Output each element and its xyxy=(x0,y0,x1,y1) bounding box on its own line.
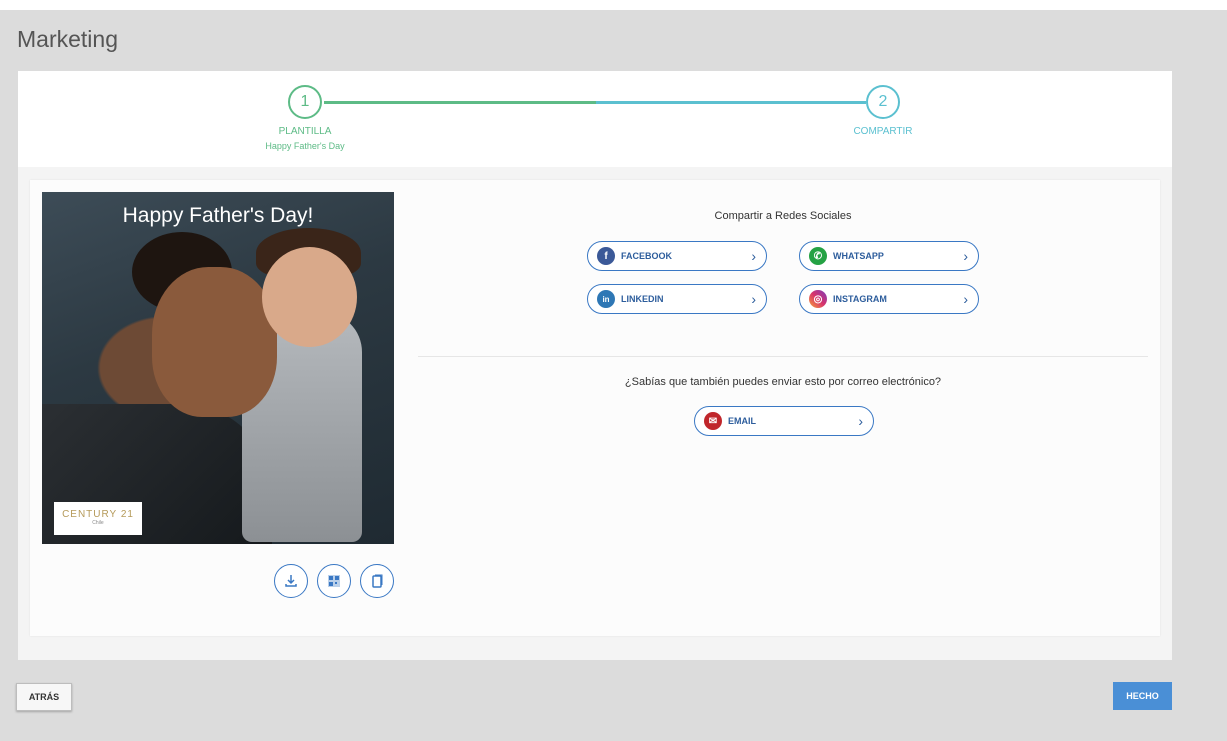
logo-subtext: Chile xyxy=(92,520,104,526)
step-1-sublabel: Happy Father's Day xyxy=(265,141,345,151)
qr-code-button[interactable] xyxy=(317,564,351,598)
section-divider xyxy=(418,356,1148,357)
step-progress-line-complete xyxy=(324,101,596,104)
facebook-label: FACEBOOK xyxy=(621,251,673,261)
chevron-right-icon: › xyxy=(858,413,863,429)
instagram-share-button[interactable]: ◎ INSTAGRAM › xyxy=(799,284,979,314)
preview-title: Happy Father's Day! xyxy=(122,204,314,227)
stepper: 1 2 PLANTILLA Happy Father's Day COMPART… xyxy=(18,71,1172,167)
photo-child-face xyxy=(262,247,357,347)
done-button[interactable]: HECHO xyxy=(1113,682,1172,710)
logo-text: CENTURY 21 xyxy=(62,509,134,520)
linkedin-label: LINKEDIN xyxy=(621,294,664,304)
template-preview-image: Happy Father's Day! CENTURY 21 Chile xyxy=(42,192,394,544)
share-heading: Compartir a Redes Sociales xyxy=(714,210,852,222)
page-title: Marketing xyxy=(17,26,118,52)
step-progress-line-pending xyxy=(596,101,866,104)
step-1-label: PLANTILLA xyxy=(278,126,332,137)
linkedin-icon: in xyxy=(597,290,615,308)
copy-icon xyxy=(372,574,383,588)
email-label: EMAIL xyxy=(728,416,756,426)
app-background: Marketing 1 2 PLANTILLA Happy Father's D… xyxy=(0,10,1227,741)
step-2-circle[interactable]: 2 xyxy=(866,85,900,119)
step-1-circle[interactable]: 1 xyxy=(288,85,322,119)
back-button[interactable]: ATRÁS xyxy=(16,683,72,711)
email-share-button[interactable]: ✉ EMAIL › xyxy=(694,406,874,436)
chevron-right-icon: › xyxy=(751,248,756,264)
qr-code-icon xyxy=(328,575,340,587)
email-heading: ¿Sabías que también puedes enviar esto p… xyxy=(624,376,942,388)
whatsapp-icon: ✆ xyxy=(809,247,827,265)
download-icon xyxy=(285,575,297,587)
step-2-label: COMPARTIR xyxy=(853,126,913,137)
copy-button[interactable] xyxy=(360,564,394,598)
share-panel: Happy Father's Day! CENTURY 21 Chile Com… xyxy=(30,180,1160,636)
chevron-right-icon: › xyxy=(963,248,968,264)
whatsapp-label: WHATSAPP xyxy=(833,251,884,261)
instagram-label: INSTAGRAM xyxy=(833,294,887,304)
whatsapp-share-button[interactable]: ✆ WHATSAPP › xyxy=(799,241,979,271)
wizard-card: 1 2 PLANTILLA Happy Father's Day COMPART… xyxy=(18,71,1172,660)
photo-father-face xyxy=(152,267,277,417)
email-icon: ✉ xyxy=(704,412,722,430)
facebook-icon: f xyxy=(597,247,615,265)
chevron-right-icon: › xyxy=(963,291,968,307)
facebook-share-button[interactable]: f FACEBOOK › xyxy=(587,241,767,271)
chevron-right-icon: › xyxy=(751,291,756,307)
century21-logo: CENTURY 21 Chile xyxy=(54,502,142,535)
linkedin-share-button[interactable]: in LINKEDIN › xyxy=(587,284,767,314)
instagram-icon: ◎ xyxy=(809,290,827,308)
download-button[interactable] xyxy=(274,564,308,598)
